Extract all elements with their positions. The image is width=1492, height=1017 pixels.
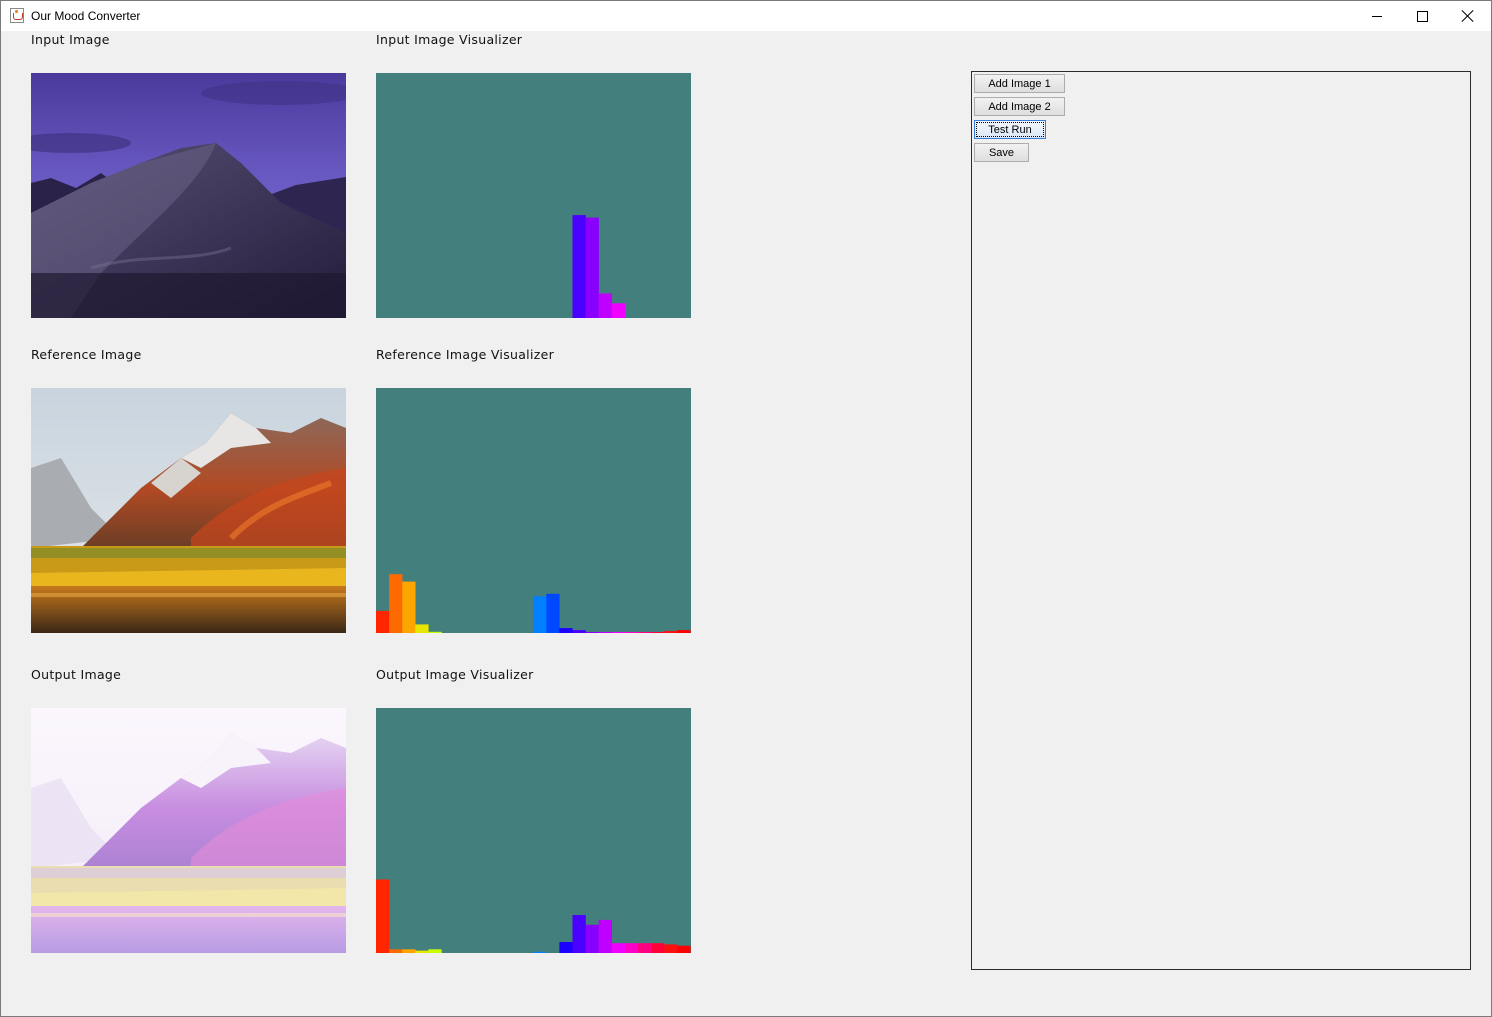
reference-histogram-bar bbox=[651, 632, 665, 633]
reference-histogram-bar bbox=[546, 593, 560, 633]
output-image-label: Output Image bbox=[31, 667, 122, 682]
reference-histogram-bar bbox=[611, 632, 626, 633]
input-histogram-bar bbox=[598, 293, 612, 318]
add-image-1-button[interactable]: Add Image 1 bbox=[974, 74, 1065, 93]
output-histogram-bar bbox=[572, 915, 586, 953]
reference-visualizer-label: Reference Image Visualizer bbox=[376, 347, 555, 362]
output-histogram-bar bbox=[533, 951, 547, 953]
reference-histogram-bar bbox=[677, 630, 691, 633]
reference-histogram bbox=[376, 388, 691, 633]
reference-histogram-bar bbox=[572, 630, 586, 633]
input-histogram bbox=[376, 73, 691, 318]
reference-histogram-bar bbox=[559, 628, 573, 633]
minimize-icon bbox=[1372, 15, 1382, 17]
maximize-button[interactable] bbox=[1399, 1, 1445, 31]
output-histogram-bar bbox=[585, 924, 599, 953]
input-visualizer-label: Input Image Visualizer bbox=[376, 32, 523, 47]
add-image-2-button[interactable]: Add Image 2 bbox=[974, 97, 1065, 116]
test-run-button[interactable]: Test Run bbox=[974, 120, 1046, 139]
output-histogram bbox=[376, 708, 691, 953]
output-histogram-bar bbox=[415, 950, 429, 953]
input-image-label: Input Image bbox=[31, 32, 110, 47]
reference-image bbox=[31, 388, 346, 633]
close-icon bbox=[1462, 10, 1474, 22]
java-app-icon bbox=[10, 8, 24, 23]
maximize-icon bbox=[1416, 10, 1428, 22]
input-histogram-bar bbox=[611, 303, 626, 318]
reference-histogram-bar bbox=[428, 631, 442, 633]
output-histogram-bar bbox=[638, 943, 652, 953]
output-histogram-bar bbox=[598, 919, 612, 953]
output-histogram-bar bbox=[559, 942, 573, 953]
reference-histogram-bar bbox=[598, 632, 612, 633]
input-histogram-bar bbox=[572, 215, 586, 318]
minimize-button[interactable] bbox=[1354, 1, 1400, 31]
output-histogram-bar bbox=[376, 879, 390, 953]
save-button[interactable]: Save bbox=[974, 143, 1029, 162]
output-visualizer-label: Output Image Visualizer bbox=[376, 667, 534, 682]
output-histogram-bar bbox=[611, 943, 626, 953]
title-bar[interactable]: Our Mood Converter bbox=[1, 1, 1491, 31]
reference-histogram-bar bbox=[376, 610, 390, 633]
output-histogram-bar bbox=[428, 949, 442, 953]
reference-histogram-bar bbox=[389, 574, 403, 633]
reference-histogram-bar bbox=[624, 632, 639, 633]
reference-histogram-bar bbox=[533, 596, 547, 633]
output-histogram-bar bbox=[402, 949, 416, 953]
reference-image-label: Reference Image bbox=[31, 347, 142, 362]
input-histogram-bar bbox=[585, 217, 599, 318]
control-panel: Add Image 1 Add Image 2 Test Run Save bbox=[971, 71, 1471, 970]
output-histogram-bar bbox=[677, 945, 691, 953]
output-histogram-bar bbox=[651, 943, 665, 953]
output-histogram-bar bbox=[389, 949, 403, 953]
close-button[interactable] bbox=[1445, 1, 1491, 31]
reference-histogram-bar bbox=[585, 632, 599, 633]
window-title: Our Mood Converter bbox=[31, 9, 141, 23]
reference-histogram-bar bbox=[638, 632, 652, 633]
input-image bbox=[31, 73, 346, 318]
reference-histogram-bar bbox=[664, 631, 678, 633]
reference-histogram-bar bbox=[402, 581, 416, 633]
reference-histogram-bar bbox=[415, 624, 429, 633]
app-window: Our Mood Converter Input Image Input Ima… bbox=[0, 0, 1492, 1017]
output-image bbox=[31, 708, 346, 953]
output-histogram-bar bbox=[624, 943, 639, 953]
output-histogram-bar bbox=[664, 944, 678, 953]
